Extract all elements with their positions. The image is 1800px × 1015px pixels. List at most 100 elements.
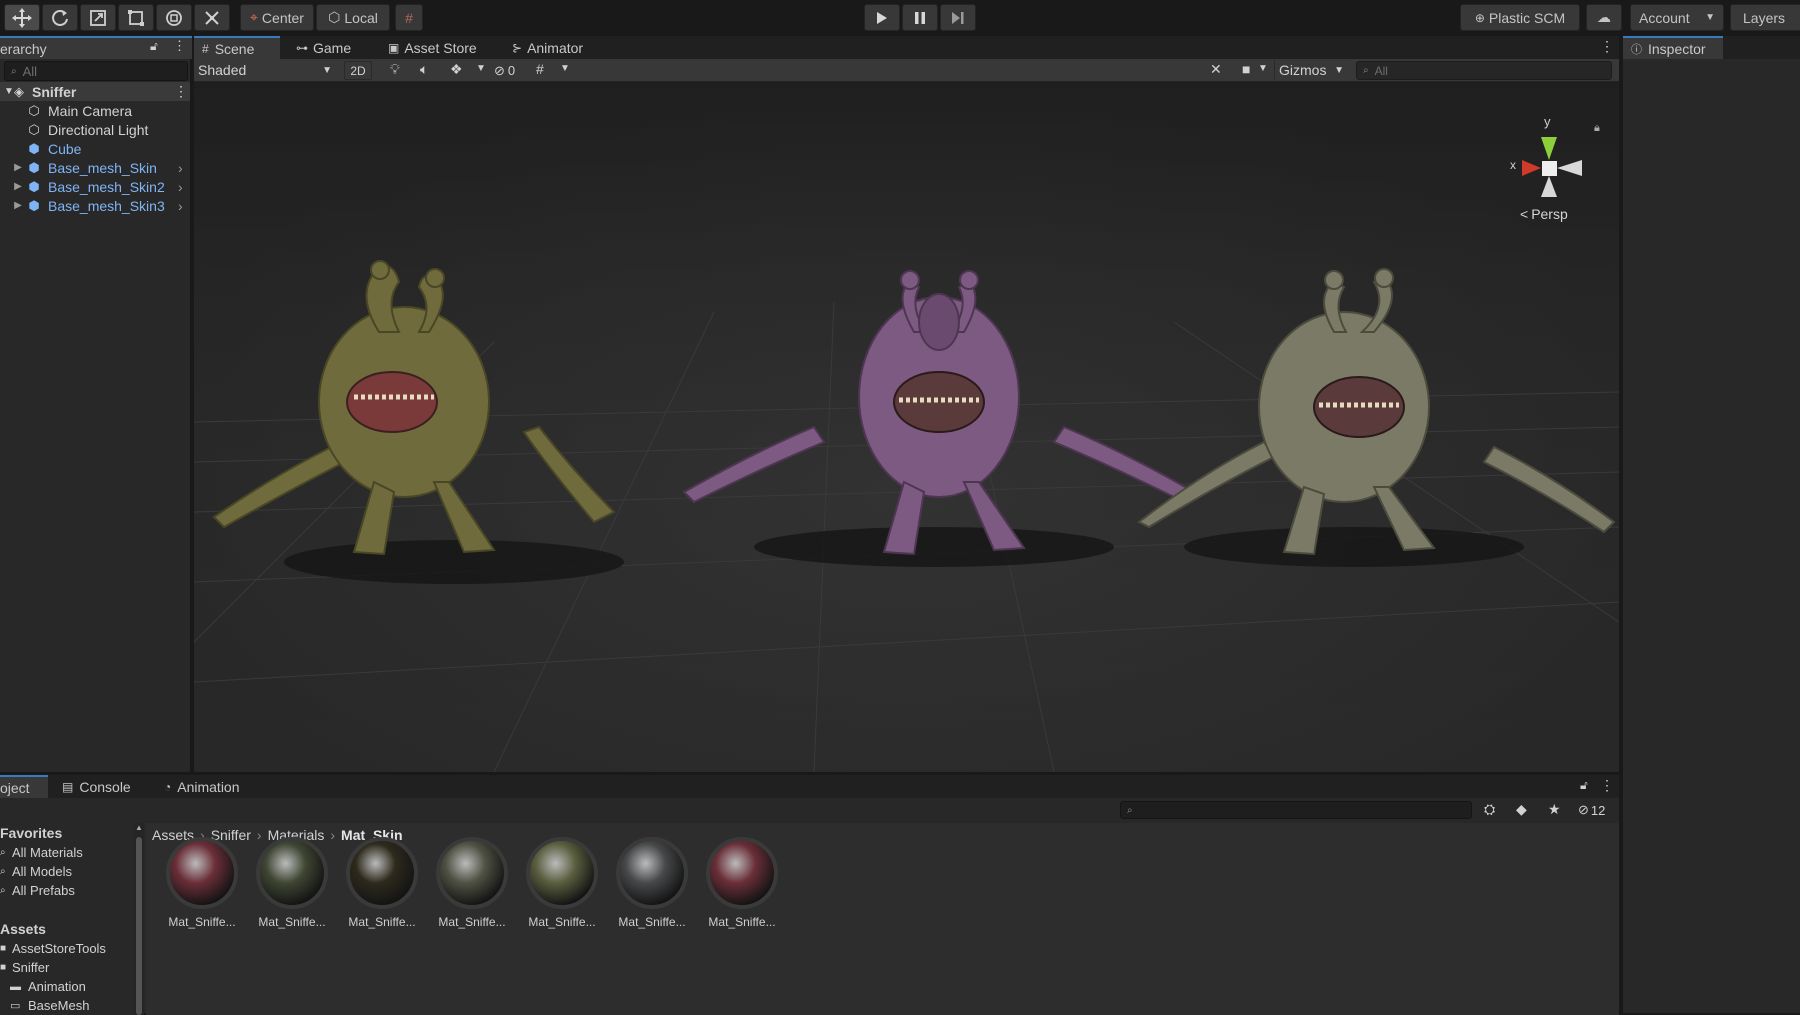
cloud-button[interactable]: ☁	[1586, 4, 1622, 31]
pause-button[interactable]	[902, 4, 938, 31]
plastic-scm-button[interactable]: ⊕ Plastic SCM	[1460, 4, 1580, 31]
toggle-2d-label: 2D	[350, 63, 366, 78]
main-toolbar: ⌖ Center ⬡ Local # ⊕ Plastic SCM ☁ Accou…	[0, 0, 1800, 36]
folder-label: Sniffer	[12, 960, 50, 975]
store-bag-icon: ▣	[388, 40, 400, 55]
shading-mode-dropdown[interactable]: Shaded ▼	[198, 60, 338, 80]
step-button[interactable]	[940, 4, 976, 31]
grid-snap-button[interactable]: #	[395, 4, 423, 31]
chevron-right-icon[interactable]: ›	[178, 160, 183, 176]
project-search-input[interactable]: ⌕	[1120, 801, 1472, 819]
filter-by-type-icon[interactable]: ⛭	[1484, 801, 1495, 818]
hierarchy-item-directional-light[interactable]: ⬡ Directional Light	[0, 120, 190, 139]
scroll-thumb[interactable]	[136, 837, 142, 1015]
hierarchy-item-main-camera[interactable]: ⬡ Main Camera	[0, 101, 190, 120]
tree-scrollbar[interactable]: ▲	[134, 823, 144, 1015]
tab-animation[interactable]: ◔ Animation	[156, 775, 248, 798]
material-preview-sphere[interactable]	[256, 837, 328, 909]
scene-panel: # Scene ⊶ Game ▣ Asset Store ⊱ Animator …	[194, 36, 1619, 772]
account-dropdown[interactable]: Account ▼	[1630, 4, 1724, 31]
transform-tool-icon[interactable]	[156, 4, 192, 31]
lock-icon[interactable]: 🔓︎	[150, 39, 158, 54]
move-tool-icon[interactable]	[4, 4, 40, 31]
folder-item[interactable]: ▭ BaseMesh	[0, 996, 140, 1015]
favorite-item[interactable]: ⌕ All Materials	[0, 843, 140, 862]
tab-animator[interactable]: ⊱ Animator	[504, 36, 591, 59]
pivot-space-button[interactable]: ⬡ Local	[316, 4, 390, 31]
project-tabbar: oject ▤ Console ◔ Animation 🔓︎ ⋮	[0, 775, 1619, 798]
hierarchy-item-base-mesh-skin2[interactable]: ▶ ⬢ Base_mesh_Skin2 ›	[0, 177, 190, 196]
material-preview-sphere[interactable]	[436, 837, 508, 909]
scene-menu-icon[interactable]: ⋮	[174, 83, 188, 100]
tools-icon[interactable]: ✕	[1210, 61, 1222, 78]
rect-tool-icon[interactable]	[118, 4, 154, 31]
kebab-menu-icon[interactable]: ⋮	[1600, 38, 1614, 55]
grid-snap-icon[interactable]: #	[536, 61, 544, 77]
chevron-right-icon[interactable]: ›	[178, 179, 183, 195]
material-preview-sphere[interactable]	[166, 837, 238, 909]
hidden-packages-toggle[interactable]: ⊘ 12	[1578, 802, 1605, 818]
camera-icon[interactable]: ■	[1242, 61, 1250, 77]
folder-label: BaseMesh	[28, 998, 90, 1013]
dropdown-arrow-icon[interactable]: ▼	[476, 63, 486, 74]
tab-console[interactable]: ▤ Console	[54, 775, 139, 798]
item-label: Base_mesh_Skin2	[48, 178, 165, 195]
prefab-cube-icon: ⬢	[28, 140, 40, 156]
folder-item[interactable]: ■ AssetStoreTools	[0, 939, 140, 958]
gizmo-lock-icon[interactable]: 🔒︎	[1594, 122, 1600, 135]
plastic-scm-icon: ⊕	[1474, 10, 1485, 25]
lock-icon[interactable]: 🔓︎	[1580, 778, 1588, 793]
favorite-item[interactable]: ⌕ All Prefabs	[0, 881, 140, 900]
hierarchy-search-input[interactable]: ⌕ All	[4, 61, 188, 81]
lighting-toggle-icon[interactable]: 💡︎	[390, 61, 400, 78]
tab-game[interactable]: ⊶ Game	[288, 36, 359, 59]
scene-visibility-toggle[interactable]: ⊘ 0	[494, 61, 515, 80]
account-label: Account	[1639, 9, 1690, 26]
hierarchy-item-base-mesh-skin[interactable]: ▶ ⬢ Base_mesh_Skin ›	[0, 158, 190, 177]
dropdown-arrow-icon[interactable]: ▼	[560, 63, 570, 74]
tab-asset-store[interactable]: ▣ Asset Store	[380, 36, 485, 59]
effects-toggle-icon[interactable]: ❖	[450, 61, 463, 78]
scene-root-row[interactable]: ▼ ◈ Sniffer ⋮	[0, 82, 190, 101]
expand-arrow-icon[interactable]: ▶	[10, 179, 26, 195]
custom-tool-icon[interactable]	[194, 4, 230, 31]
favorite-item[interactable]: ⌕ All Models	[0, 862, 140, 881]
rotate-tool-icon[interactable]	[42, 4, 78, 31]
grid-snap-icon: #	[405, 9, 413, 26]
tab-inspector[interactable]: ⓘ Inspector	[1623, 36, 1723, 59]
filter-by-label-icon[interactable]: ◆	[1516, 801, 1527, 818]
scale-tool-icon[interactable]	[80, 4, 116, 31]
favorite-star-icon[interactable]: ★	[1548, 801, 1561, 818]
dropdown-arrow-icon[interactable]: ▼	[1258, 63, 1268, 74]
tab-project[interactable]: oject	[0, 775, 48, 798]
gizmos-dropdown[interactable]: Gizmos ▼	[1274, 60, 1348, 80]
scroll-up-icon[interactable]: ▲	[135, 823, 143, 832]
toggle-2d-button[interactable]: 2D	[344, 61, 372, 80]
hierarchy-item-cube[interactable]: ⬢ Cube	[0, 139, 190, 158]
scene-viewport[interactable]: y x 🔒︎ < Persp	[194, 82, 1619, 772]
folder-item[interactable]: ▬ Animation	[0, 977, 140, 996]
hierarchy-item-base-mesh-skin3[interactable]: ▶ ⬢ Base_mesh_Skin3 ›	[0, 196, 190, 215]
perspective-icon: <	[1520, 206, 1529, 222]
chevron-right-icon[interactable]: ›	[178, 198, 183, 214]
kebab-menu-icon[interactable]: ⋮	[173, 38, 186, 54]
expand-arrow-icon[interactable]: ▶	[10, 198, 26, 214]
kebab-menu-icon[interactable]: ⋮	[1600, 777, 1614, 794]
folder-item[interactable]: ■ Sniffer	[0, 958, 140, 977]
projection-toggle[interactable]: < Persp	[1520, 206, 1568, 222]
expand-arrow-icon[interactable]: ▶	[10, 160, 26, 176]
layers-dropdown[interactable]: Layers	[1730, 4, 1800, 31]
tab-hierarchy[interactable]: erarchy	[0, 36, 192, 59]
material-preview-sphere[interactable]	[706, 837, 778, 909]
gamepad-icon: ⊶	[296, 40, 308, 55]
audio-toggle-icon[interactable]: 🔈︎	[420, 61, 428, 78]
pivot-center-button[interactable]: ⌖ Center	[240, 4, 314, 31]
material-preview-sphere[interactable]	[616, 837, 688, 909]
tab-scene[interactable]: # Scene	[194, 36, 280, 59]
material-preview-sphere[interactable]	[526, 837, 598, 909]
scene-search-input[interactable]: ⌕ All	[1356, 61, 1612, 80]
tab-label: oject	[0, 779, 30, 796]
play-button[interactable]	[864, 4, 900, 31]
material-preview-sphere[interactable]	[346, 837, 418, 909]
item-label: Main Camera	[48, 102, 133, 119]
